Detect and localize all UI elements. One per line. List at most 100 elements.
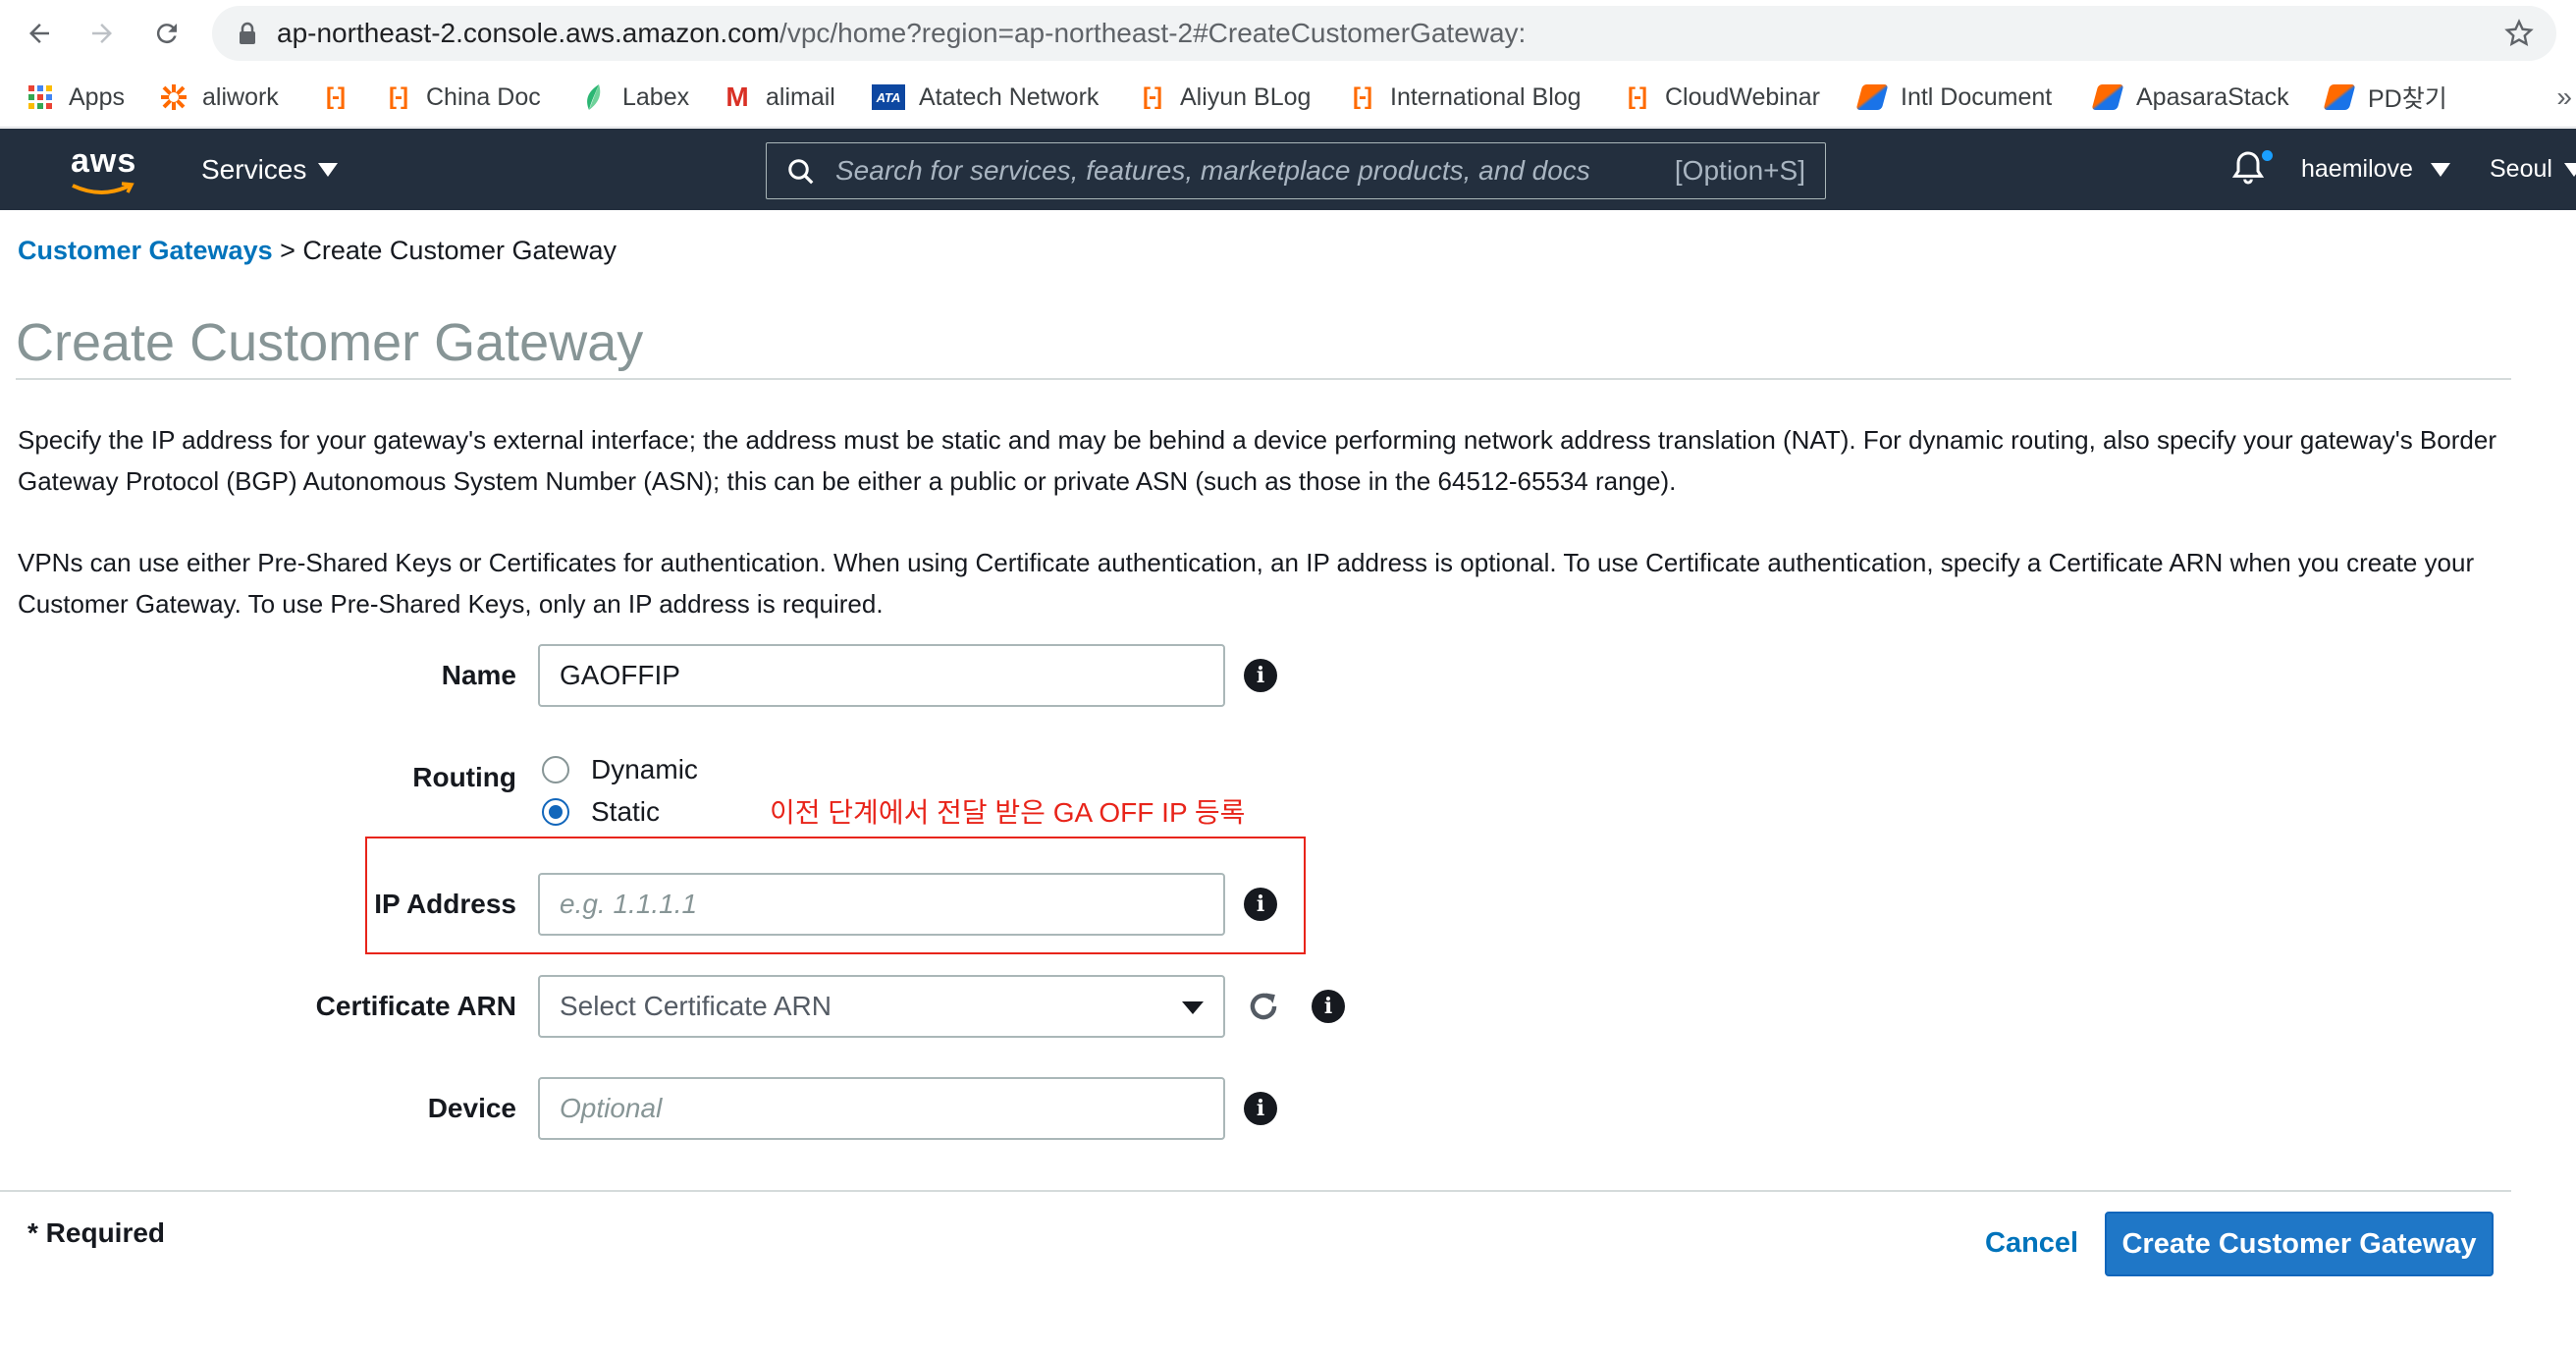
caret-down-icon	[318, 162, 339, 177]
back-arrow-icon[interactable]	[18, 12, 61, 55]
alibaba-bracket-icon: [-]	[1628, 83, 1647, 110]
region-name: Seoul	[2490, 155, 2552, 183]
services-label: Services	[201, 154, 307, 185]
radio-static-label: Static	[591, 796, 661, 827]
alibaba-bracket-icon: [-]	[1143, 83, 1162, 110]
refresh-icon[interactable]	[1245, 988, 1282, 1030]
caret-down-icon	[2430, 162, 2450, 177]
apsara-icon	[2323, 82, 2356, 112]
aws-search-bar[interactable]: Search for services, features, marketpla…	[766, 142, 1826, 199]
certificate-arn-label: Certificate ARN	[315, 991, 516, 1021]
bookmark-label: ApasaraStack	[2136, 82, 2289, 111]
page-title: Create Customer Gateway	[16, 313, 644, 372]
bookmark-label: PD찾기	[2368, 85, 2447, 113]
reload-icon[interactable]	[145, 12, 188, 55]
required-note: * Required	[27, 1217, 166, 1248]
address-bar[interactable]: ap-northeast-2.console.aws.amazon.com/vp…	[212, 6, 2556, 61]
breadcrumb: Customer Gateways > Create Customer Gate…	[18, 236, 617, 266]
bookmark-pd[interactable]: PD찾기	[2323, 67, 2447, 128]
certificate-arn-selected: Select Certificate ARN	[560, 991, 832, 1021]
forward-arrow-icon[interactable]	[80, 12, 124, 55]
description-vpn-auth: VPNs can use either Pre-Shared Keys or C…	[18, 548, 2475, 619]
bookmark-label: Atatech Network	[919, 82, 1100, 111]
ip-address-input[interactable]	[538, 873, 1225, 936]
footer-divider	[0, 1190, 2511, 1192]
title-divider	[16, 378, 2511, 380]
search-placeholder: Search for services, features, marketpla…	[835, 155, 1590, 186]
alibaba-bracket-icon: [-]	[326, 83, 346, 110]
bookmark-label: China Doc	[426, 82, 541, 111]
breadcrumb-separator: >	[272, 236, 303, 265]
bookmark-label: Intl Document	[1901, 82, 2053, 111]
caret-down-icon	[2563, 162, 2576, 177]
name-input[interactable]	[538, 644, 1225, 707]
annotation-text: 이전 단계에서 전달 받은 GA OFF IP 등록	[770, 797, 1246, 828]
browser-toolbar: ap-northeast-2.console.aws.amazon.com/vp…	[0, 0, 2576, 67]
apsara-icon	[2091, 82, 2124, 112]
description-ip: Specify the IP address for your gateway'…	[18, 425, 2496, 496]
name-label: Name	[441, 660, 516, 690]
aws-console-header: aws Services Search for services, featur…	[0, 129, 2576, 210]
breadcrumb-current: Create Customer Gateway	[302, 236, 617, 265]
device-label: Device	[427, 1093, 516, 1123]
alibaba-bracket-icon: [-]	[1353, 83, 1372, 110]
bookmark-star-icon[interactable]	[2503, 18, 2535, 54]
bookmark-label: alimail	[766, 82, 835, 111]
account-name: haemilove	[2301, 155, 2413, 183]
bookmark-label: Labex	[622, 82, 690, 111]
bookmark-international-blog[interactable]: [-] International Blog	[1347, 67, 1582, 128]
region-selector[interactable]: Seoul	[2490, 129, 2576, 210]
ata-icon: ATA	[872, 84, 905, 110]
aws-smile-icon	[72, 182, 134, 194]
notification-dot	[2262, 150, 2273, 161]
url-text: ap-northeast-2.console.aws.amazon.com/vp…	[277, 18, 1527, 48]
bookmark-label: Apps	[69, 82, 125, 111]
bookmark-atatech[interactable]: ATA Atatech Network	[872, 67, 1099, 128]
bookmark-intl-document[interactable]: Intl Document	[1855, 67, 2053, 128]
bookmarks-overflow-button[interactable]: »	[2556, 67, 2572, 128]
bookmark-aliwork[interactable]: aliwork	[159, 67, 279, 128]
bookmark-label: aliwork	[202, 82, 279, 111]
bookmark-alimail[interactable]: M alimail	[723, 67, 835, 128]
certificate-arn-info-icon[interactable]: i	[1312, 990, 1345, 1023]
services-menu[interactable]: Services	[201, 129, 339, 210]
bookmark-china-doc[interactable]: [-] China Doc	[383, 67, 541, 128]
search-shortcut: [Option+S]	[1674, 155, 1805, 186]
ip-address-info-icon[interactable]: i	[1244, 888, 1277, 921]
certificate-arn-select[interactable]: Select Certificate ARN	[538, 975, 1225, 1038]
cancel-button[interactable]: Cancel	[1985, 1227, 2078, 1260]
breadcrumb-customer-gateways[interactable]: Customer Gateways	[18, 236, 273, 265]
radio-dynamic-label: Dynamic	[591, 754, 698, 784]
create-customer-gateway-button[interactable]: Create Customer Gateway	[2105, 1212, 2494, 1276]
labex-leaf-icon	[579, 82, 609, 112]
radio-static[interactable]	[542, 798, 569, 826]
ip-address-label: IP Address	[374, 889, 516, 919]
routing-option-dynamic[interactable]: Dynamic	[542, 754, 698, 785]
bookmark-label: Aliyun BLog	[1180, 82, 1312, 111]
search-icon	[786, 157, 816, 191]
bookmark-label: International Blog	[1390, 82, 1582, 111]
device-input[interactable]	[538, 1077, 1225, 1140]
dropdown-arrow-icon	[1182, 1001, 1204, 1014]
bookmark-blank[interactable]: [-]	[320, 67, 349, 128]
bookmark-labex[interactable]: Labex	[579, 67, 689, 128]
bookmark-apps[interactable]: Apps	[26, 67, 125, 128]
bookmark-apasarastack[interactable]: ApasaraStack	[2091, 67, 2289, 128]
name-info-icon[interactable]: i	[1244, 659, 1277, 692]
device-info-icon[interactable]: i	[1244, 1092, 1277, 1125]
radio-dynamic[interactable]	[542, 756, 569, 784]
aliwork-icon	[159, 82, 188, 112]
alibaba-bracket-icon: [-]	[389, 83, 408, 110]
routing-option-static[interactable]: Static	[542, 796, 660, 828]
bookmark-aliyun-blog[interactable]: [-] Aliyun BLog	[1137, 67, 1311, 128]
aws-logo[interactable]: aws	[71, 142, 136, 181]
routing-label: Routing	[412, 762, 516, 792]
apsara-icon	[1855, 82, 1889, 112]
lock-icon	[238, 22, 257, 50]
account-menu[interactable]: haemilove	[2301, 129, 2450, 210]
bookmark-cloudwebinar[interactable]: [-] CloudWebinar	[1622, 67, 1820, 128]
apps-grid-icon	[26, 82, 55, 112]
bookmarks-bar: Apps aliwork [-] [-] China Doc Labex M a…	[0, 67, 2576, 128]
bookmark-label: CloudWebinar	[1665, 82, 1820, 111]
alimail-m-icon: M	[725, 81, 749, 112]
